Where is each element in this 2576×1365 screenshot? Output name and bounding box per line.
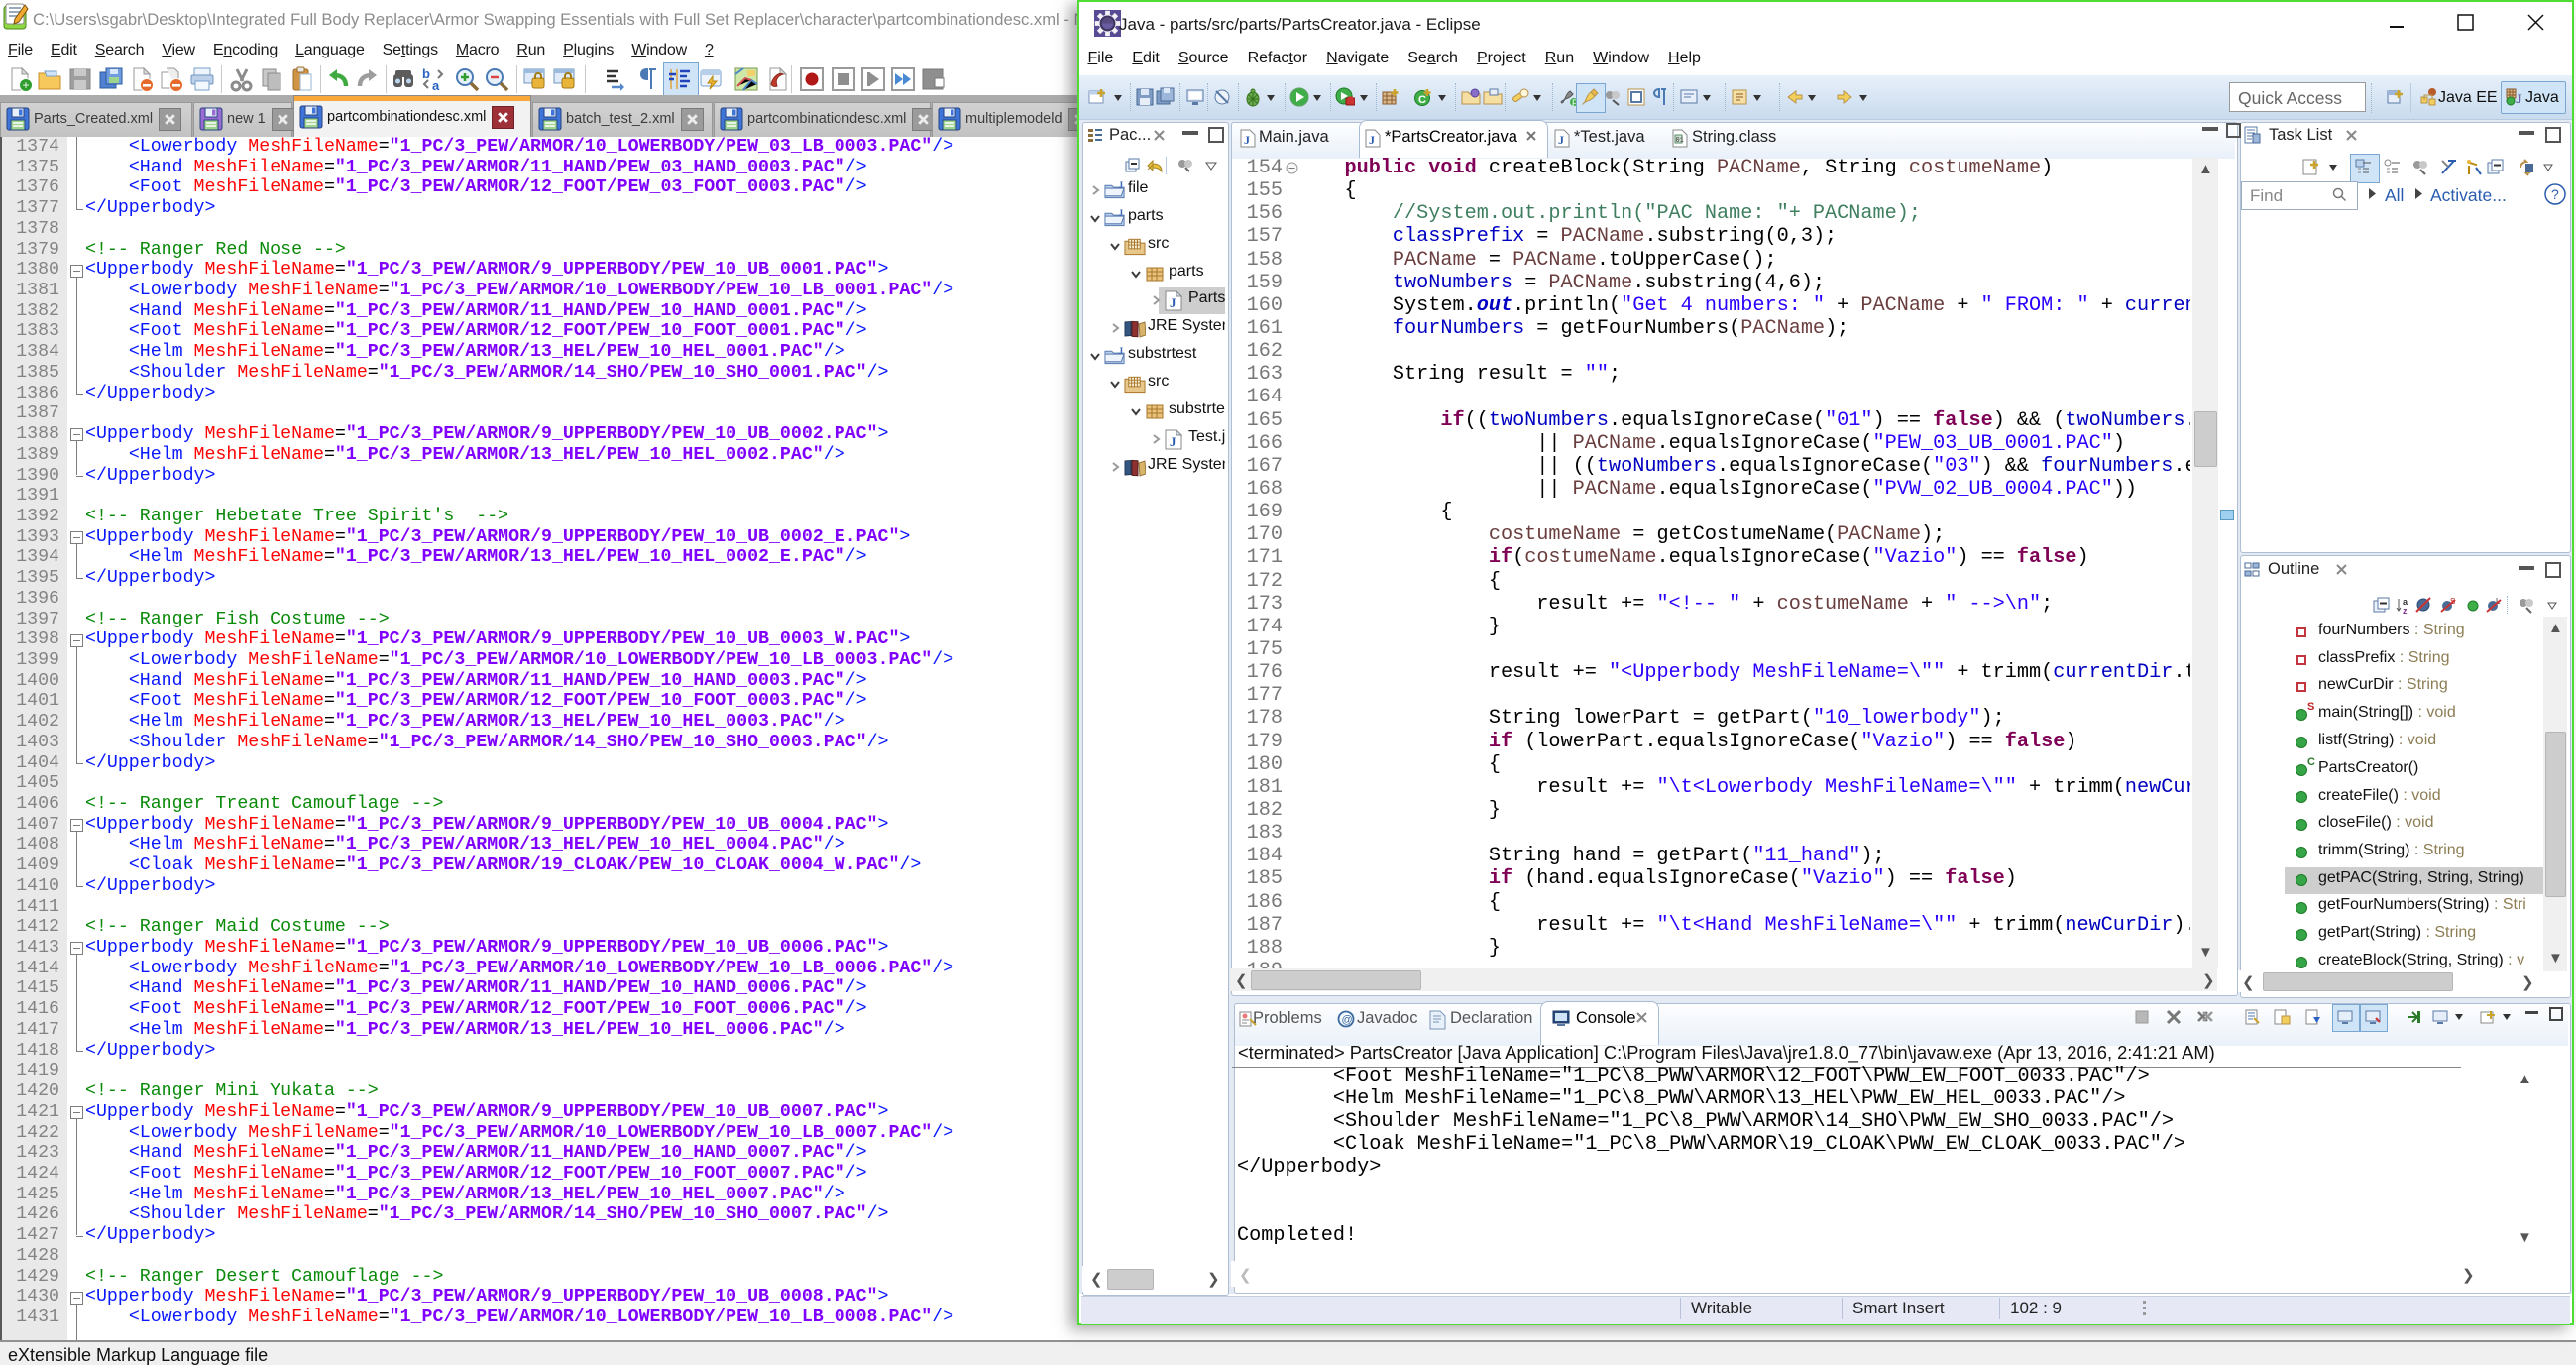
svg-text:+: + — [22, 78, 29, 92]
svg-text:a: a — [432, 78, 440, 92]
svg-text:J: J — [2516, 91, 2522, 106]
svg-text:b: b — [422, 66, 430, 81]
